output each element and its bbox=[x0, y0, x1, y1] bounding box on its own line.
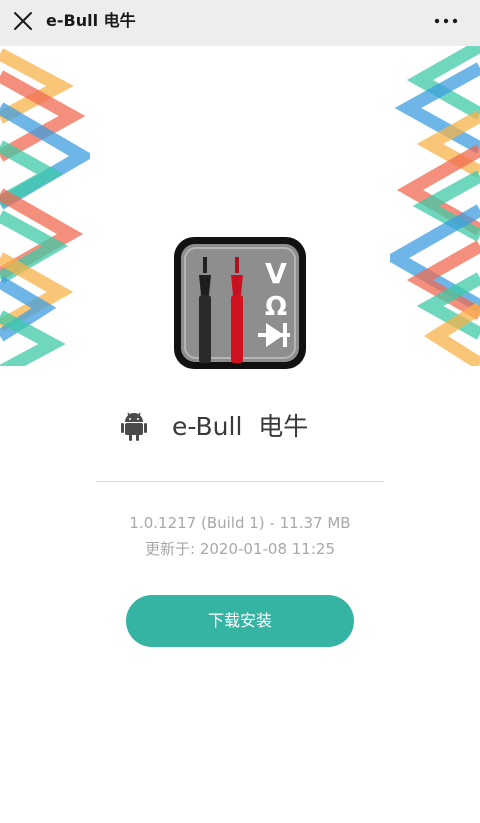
top-bar: e-Bull 电牛 bbox=[0, 0, 480, 46]
android-icon bbox=[121, 412, 147, 441]
decorative-pattern-left bbox=[0, 48, 90, 366]
app-name-row: e-Bull 电牛 bbox=[120, 408, 380, 448]
app-icon: V Ω bbox=[174, 237, 306, 369]
ohm-symbol: Ω bbox=[265, 292, 287, 322]
download-install-button[interactable]: 下载安装 bbox=[126, 595, 354, 647]
divider bbox=[96, 481, 384, 482]
version-info: 1.0.1217 (Build 1) - 11.37 MB bbox=[129, 514, 351, 532]
update-time: 更新于: 2020-01-08 11:25 bbox=[145, 540, 335, 558]
volt-symbol: V bbox=[265, 257, 287, 290]
page-title: e-Bull 电牛 bbox=[46, 11, 136, 30]
more-horizontal-icon[interactable] bbox=[432, 10, 460, 32]
app-name: e-Bull 电牛 bbox=[172, 412, 309, 441]
close-icon[interactable] bbox=[12, 10, 34, 32]
decorative-pattern-right bbox=[390, 46, 480, 366]
